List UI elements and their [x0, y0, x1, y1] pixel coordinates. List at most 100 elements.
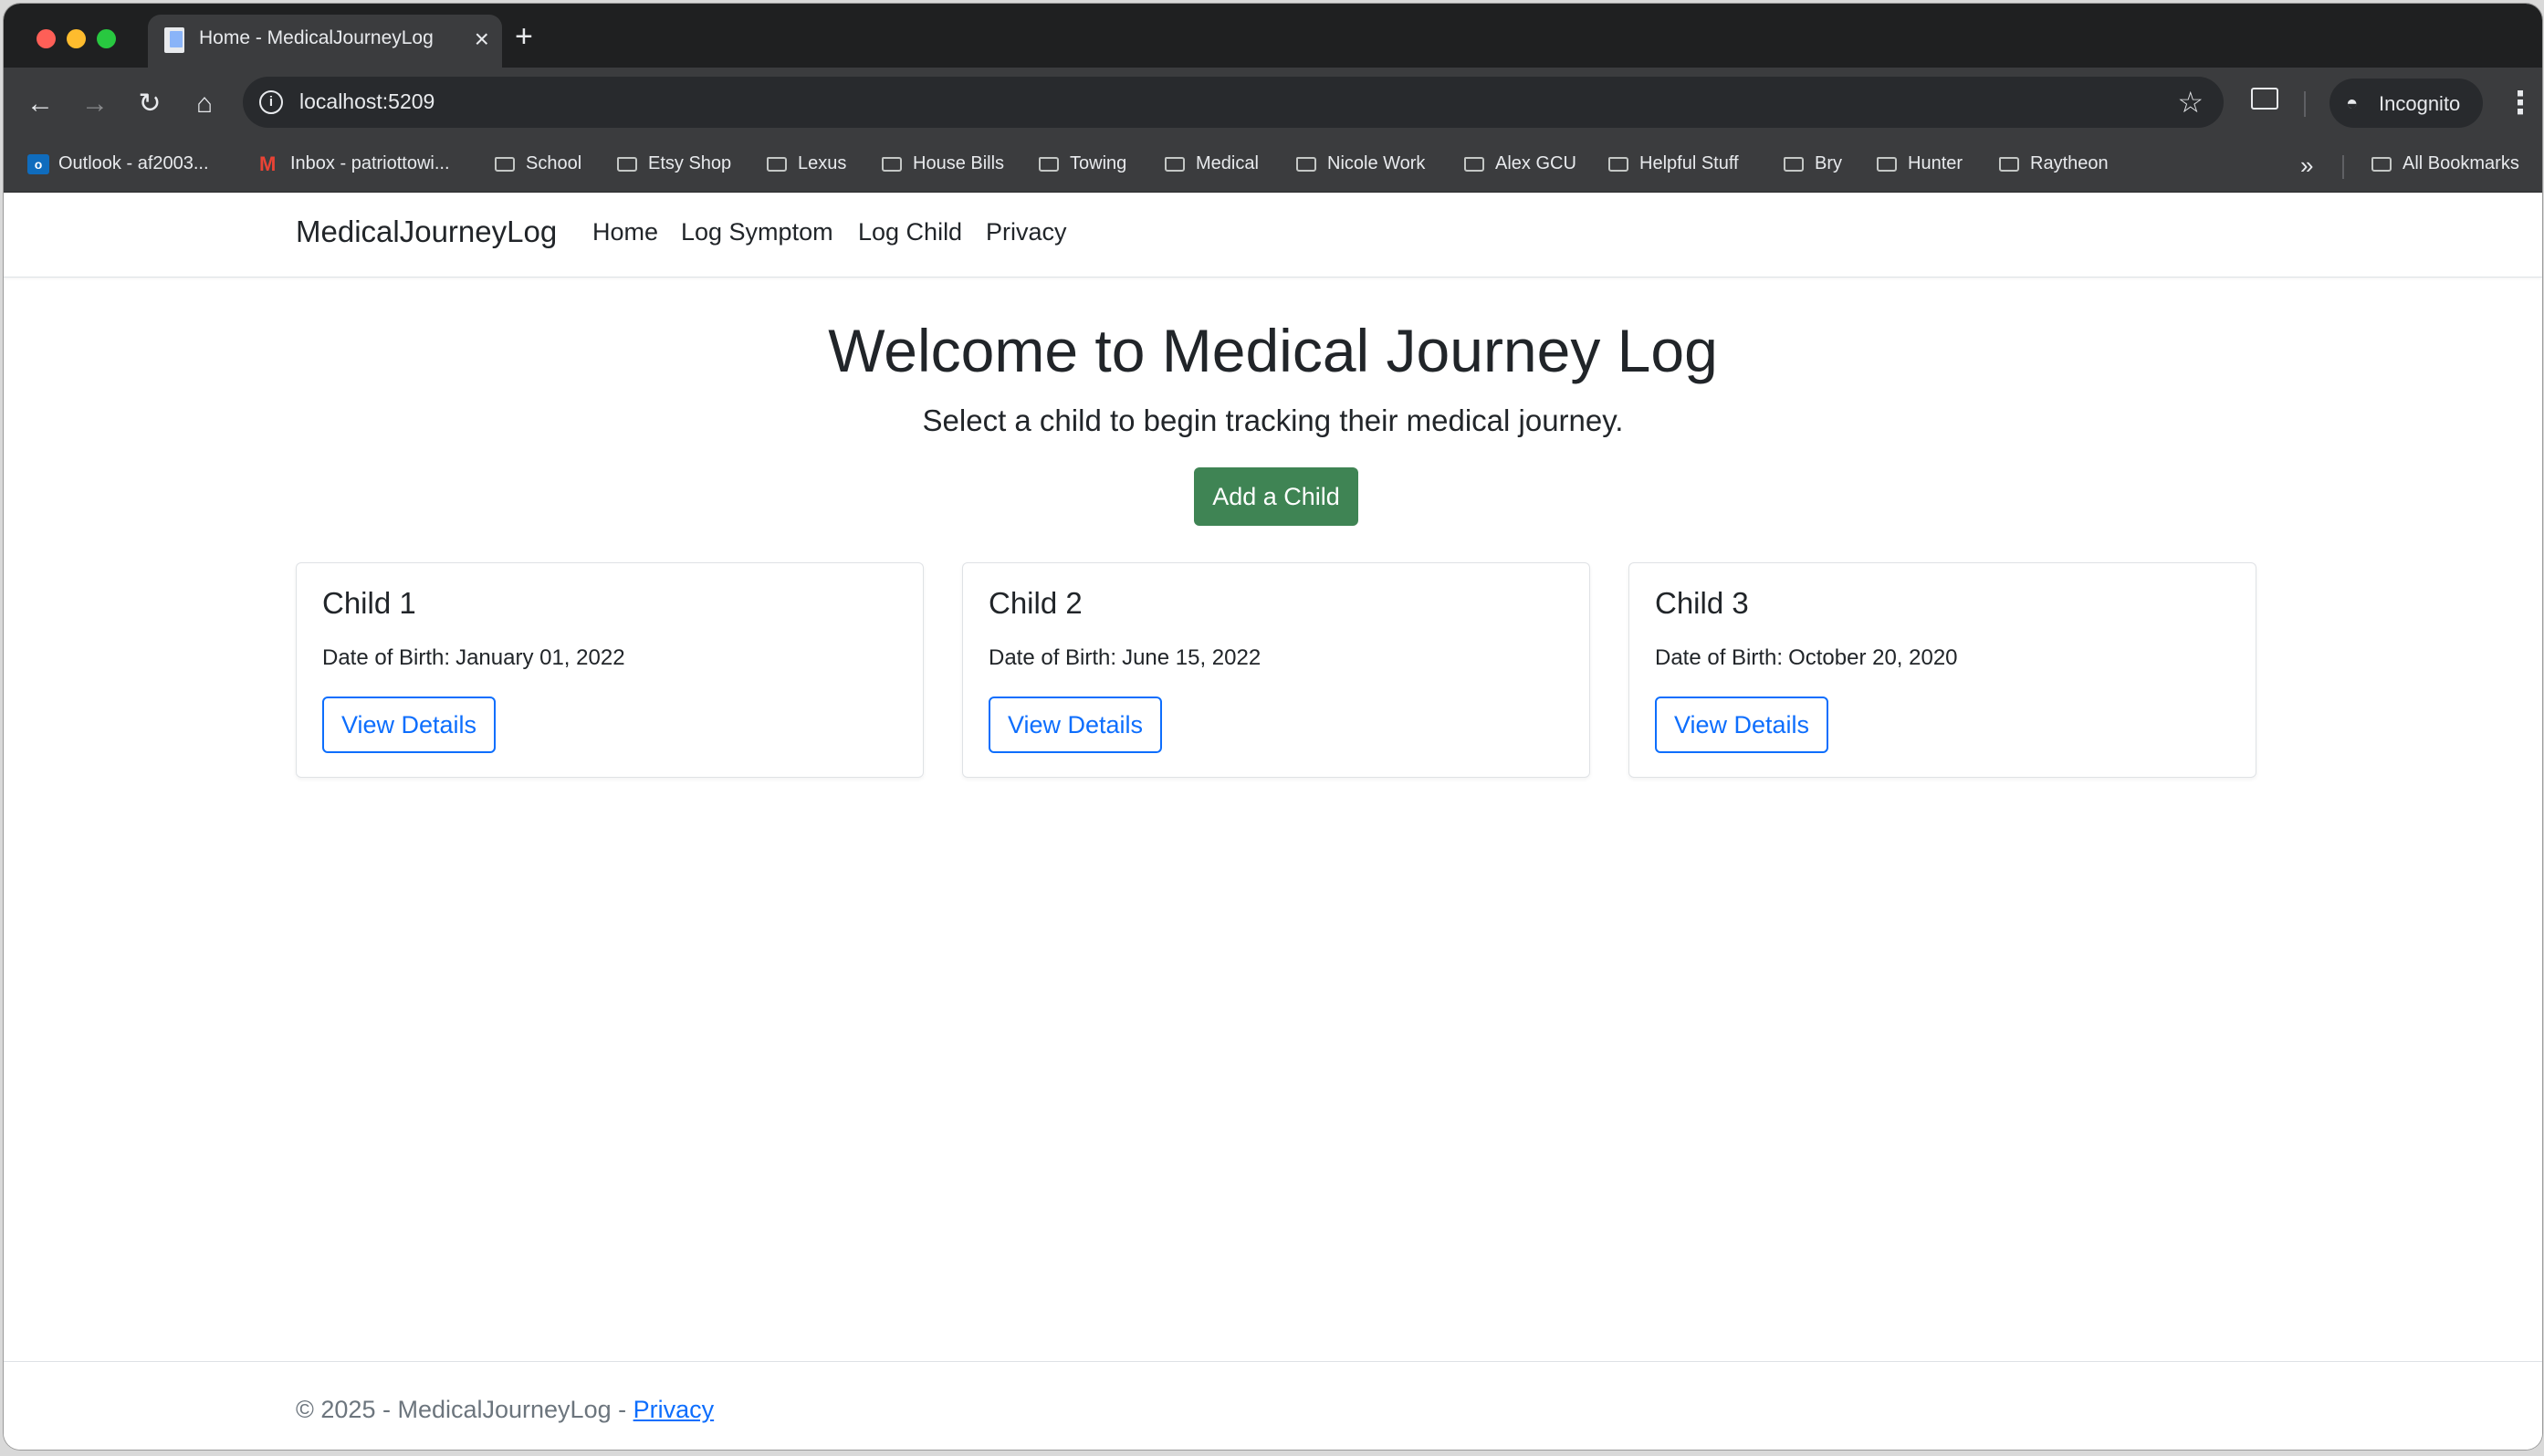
child-card: Child 1 Date of Birth: January 01, 2022 V…: [296, 562, 924, 778]
tab-title: Home - MedicalJourneyLog: [199, 27, 434, 48]
incognito-profile-button[interactable]: ◓ Incognito: [2329, 79, 2483, 128]
child-card: Child 2 Date of Birth: June 15, 2022 View…: [962, 562, 1590, 778]
bookmark-gmail[interactable]: M Inbox - patriottowi...: [259, 153, 450, 174]
address-bar[interactable]: i localhost:5209 ☆: [243, 77, 2224, 128]
page-viewport: MedicalJourneyLog Home Log Symptom Log C…: [4, 193, 2542, 1450]
bookmark-label: Medical: [1196, 153, 1259, 173]
bookmark-label: Etsy Shop: [648, 153, 732, 173]
bookmark-label: Bry: [1815, 153, 1842, 173]
folder-icon: [1464, 156, 1484, 172]
bookmark-school[interactable]: School: [495, 153, 581, 174]
folder-icon: [1877, 156, 1897, 172]
bookmark-helpful-stuff[interactable]: Helpful Stuff: [1608, 153, 1739, 174]
tab-strip: Home - MedicalJourneyLog × +: [4, 4, 2542, 68]
more-menu-icon[interactable]: ⋮: [2505, 80, 2536, 126]
folder-icon: [1784, 156, 1804, 172]
site-navbar: MedicalJourneyLog Home Log Symptom Log C…: [4, 193, 2542, 278]
bookmark-towing[interactable]: Towing: [1039, 153, 1126, 174]
bookmark-alex-gcu[interactable]: Alex GCU: [1464, 153, 1576, 174]
bookmark-outlook[interactable]: o Outlook - af2003...: [27, 153, 209, 174]
close-window-button[interactable]: [37, 29, 56, 48]
gmail-icon: M: [259, 152, 277, 175]
back-arrow-icon[interactable]: ←: [20, 84, 60, 124]
folder-icon: [1165, 156, 1185, 172]
view-details-button[interactable]: View Details: [322, 697, 496, 753]
add-child-button[interactable]: Add a Child: [1194, 467, 1358, 526]
forward-arrow-icon[interactable]: →: [75, 84, 115, 124]
child-name: Child 1: [322, 586, 416, 620]
new-tab-icon[interactable]: +: [515, 20, 533, 53]
child-name: Child 2: [989, 586, 1083, 620]
bookmark-label: Alex GCU: [1495, 153, 1576, 173]
bookmarks-bar: o Outlook - af2003... M Inbox - patriott…: [4, 141, 2542, 193]
bookmark-label: Nicole Work: [1327, 153, 1426, 173]
site-info-icon[interactable]: i: [259, 90, 283, 114]
reload-icon[interactable]: ↻: [130, 84, 170, 124]
view-details-button[interactable]: View Details: [1655, 697, 1828, 753]
folder-icon: [882, 156, 902, 172]
dob-value: June 15, 2022: [1122, 645, 1262, 670]
browser-tab[interactable]: Home - MedicalJourneyLog ×: [148, 15, 502, 68]
folder-icon: [1296, 156, 1316, 172]
site-footer: © 2025 - MedicalJourneyLog - Privacy: [4, 1361, 2542, 1450]
close-tab-icon[interactable]: ×: [475, 24, 489, 55]
bookmark-label: Helpful Stuff: [1639, 153, 1739, 173]
bookmark-lexus[interactable]: Lexus: [767, 153, 846, 174]
page-favicon-icon: [164, 27, 184, 53]
child-dob: Date of Birth: January 01, 2022: [322, 645, 625, 671]
bookmark-star-icon[interactable]: ☆: [2177, 84, 2204, 120]
nav-log-symptom-link[interactable]: Log Symptom: [681, 218, 833, 246]
folder-icon: [1608, 156, 1628, 172]
dob-label: Date of Birth:: [322, 645, 451, 670]
bookmark-label: Raytheon: [2030, 153, 2109, 173]
bookmark-label: Towing: [1070, 153, 1127, 173]
page-title: Welcome to Medical Journey Log: [828, 317, 1718, 384]
view-details-button[interactable]: View Details: [989, 697, 1162, 753]
nav-home-link[interactable]: Home: [592, 218, 658, 246]
folder-icon: [767, 156, 787, 172]
tab-search-icon[interactable]: [2251, 88, 2278, 110]
browser-toolbar: ← → ↻ ⌂ i localhost:5209 ☆ ◓ Incognito ⋮: [4, 68, 2542, 141]
nav-log-child-link[interactable]: Log Child: [858, 218, 962, 246]
bookmark-medical[interactable]: Medical: [1165, 153, 1259, 174]
child-dob: Date of Birth: June 15, 2022: [989, 645, 1261, 671]
incognito-label: Incognito: [2379, 92, 2461, 115]
home-icon[interactable]: ⌂: [184, 84, 225, 124]
bookmark-etsy-shop[interactable]: Etsy Shop: [617, 153, 731, 174]
folder-icon: [1039, 156, 1059, 172]
zoom-window-button[interactable]: [97, 29, 116, 48]
page-lead: Select a child to begin tracking their m…: [922, 403, 1624, 437]
dob-label: Date of Birth:: [1655, 645, 1784, 670]
bookmark-label: All Bookmarks: [2403, 153, 2519, 173]
footer-privacy-link[interactable]: Privacy: [633, 1396, 715, 1423]
site-brand[interactable]: MedicalJourneyLog: [296, 215, 557, 249]
child-card: Child 3 Date of Birth: October 20, 2020 V…: [1628, 562, 2256, 778]
bookmark-label: House Bills: [913, 153, 1005, 173]
folder-icon: [2371, 156, 2392, 172]
more-bookmarks-icon[interactable]: »: [2300, 152, 2313, 180]
browser-window: Home - MedicalJourneyLog × + ← → ↻ ⌂ i l…: [4, 4, 2542, 1450]
all-bookmarks[interactable]: All Bookmarks: [2371, 153, 2519, 174]
nav-privacy-link[interactable]: Privacy: [986, 218, 1067, 246]
bookmark-label: School: [526, 153, 582, 173]
folder-icon: [1999, 156, 2019, 172]
folder-icon: [617, 156, 637, 172]
bookmark-house-bills[interactable]: House Bills: [882, 153, 1004, 174]
child-name: Child 3: [1655, 586, 1749, 620]
bookmark-label: Lexus: [798, 153, 847, 173]
dob-value: October 20, 2020: [1788, 645, 1958, 670]
dob-value: January 01, 2022: [455, 645, 625, 670]
folder-icon: [495, 156, 515, 172]
url-text[interactable]: localhost:5209: [299, 89, 434, 114]
bookmark-raytheon[interactable]: Raytheon: [1999, 153, 2109, 174]
outlook-icon: o: [27, 153, 49, 174]
dob-label: Date of Birth:: [989, 645, 1117, 670]
footer-copyright: © 2025 - MedicalJourneyLog -: [296, 1396, 627, 1423]
minimize-window-button[interactable]: [67, 29, 86, 48]
child-dob: Date of Birth: October 20, 2020: [1655, 645, 1958, 671]
footer-text: © 2025 - MedicalJourneyLog - Privacy: [296, 1396, 714, 1424]
bookmark-nicole-work[interactable]: Nicole Work: [1296, 153, 1425, 174]
bookmark-hunter[interactable]: Hunter: [1877, 153, 1963, 174]
bookmark-bry[interactable]: Bry: [1784, 153, 1842, 174]
bookmarks-divider: [2342, 155, 2344, 179]
